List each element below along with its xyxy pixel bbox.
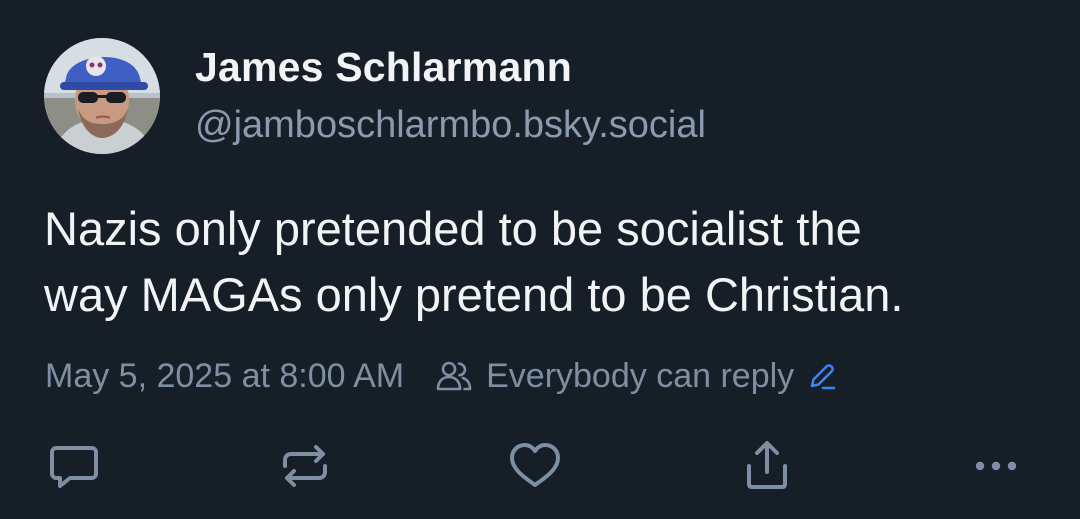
- more-options-icon: [975, 461, 1017, 471]
- post-meta: May 5, 2025 at 8:00 AM Everybody can rep…: [45, 352, 838, 400]
- post: James Schlarmann @jamboschlarmbo.bsky.so…: [0, 0, 1080, 519]
- reply-setting-label: Everybody can reply: [486, 356, 795, 395]
- author-display-name[interactable]: James Schlarmann: [195, 44, 572, 91]
- post-text-line: Nazis only pretended to be socialist the: [44, 202, 862, 255]
- repost-button[interactable]: [275, 436, 335, 496]
- post-timestamp: May 5, 2025 at 8:00 AM: [45, 356, 405, 395]
- more-options-button[interactable]: [966, 436, 1026, 496]
- reply-button[interactable]: [44, 436, 104, 496]
- avatar-image: [44, 38, 160, 154]
- action-bar: [0, 436, 1080, 496]
- reply-setting[interactable]: Everybody can reply: [434, 356, 838, 396]
- avatar[interactable]: [44, 38, 160, 154]
- share-icon: [747, 441, 787, 489]
- author-handle[interactable]: @jamboschlarmbo.bsky.social: [195, 104, 706, 147]
- post-text: Nazis only pretended to be socialist the…: [44, 196, 1044, 328]
- reply-icon: [50, 446, 98, 488]
- post-text-line: way MAGAs only pretend to be Christian.: [44, 268, 904, 321]
- pencil-icon[interactable]: [806, 360, 838, 392]
- repost-icon: [283, 445, 327, 487]
- people-icon: [436, 361, 472, 391]
- like-button[interactable]: [505, 436, 565, 496]
- share-button[interactable]: [737, 436, 797, 496]
- like-icon: [510, 443, 560, 487]
